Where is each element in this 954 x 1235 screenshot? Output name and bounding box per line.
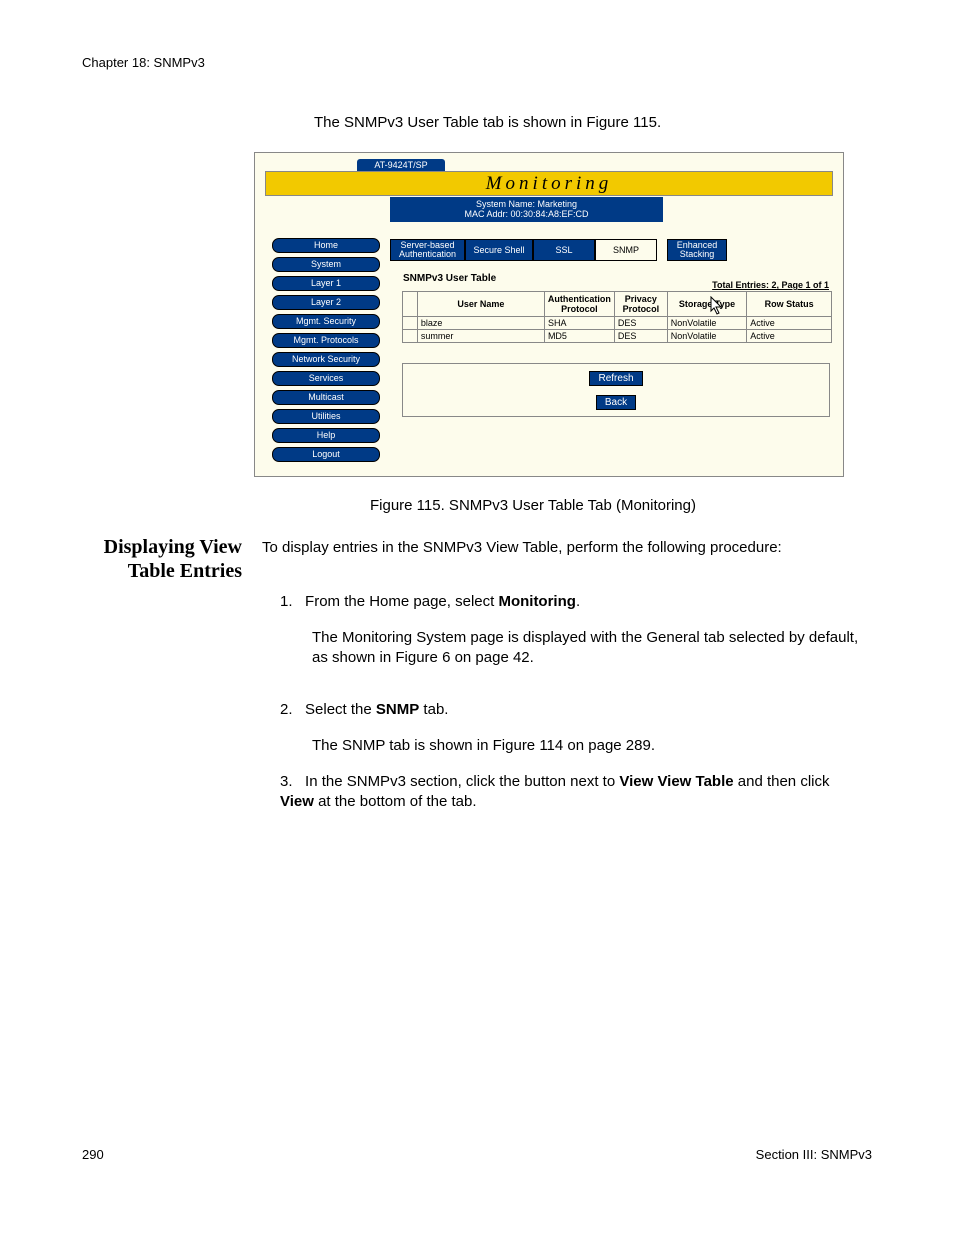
step-number: 3. <box>280 773 293 790</box>
step-1: 1. From the Home page, select Monitoring… <box>280 592 862 612</box>
intro-paragraph: The SNMPv3 User Table tab is shown in Fi… <box>314 114 661 131</box>
step-text-end: tab. <box>419 701 448 718</box>
procedure-intro: To display entries in the SNMPv3 View Ta… <box>262 538 862 558</box>
section-heading: Displaying View Table Entries <box>82 535 242 583</box>
monitoring-banner: Monitoring <box>265 171 833 196</box>
back-button[interactable]: Back <box>596 395 636 410</box>
tab-row: Server-based Authentication Secure Shell… <box>390 239 727 261</box>
step-bold: Monitoring <box>498 593 575 610</box>
step-text-end: at the bottom of the tab. <box>314 793 477 810</box>
nav-multicast[interactable]: Multicast <box>272 390 380 405</box>
system-name: System Name: Marketing <box>390 199 663 209</box>
step-2: 2. Select the SNMP tab. <box>280 700 862 720</box>
tab-snmp[interactable]: SNMP <box>595 239 657 261</box>
nav-system[interactable]: System <box>272 257 380 272</box>
col-row-status: Row Status <box>747 292 832 317</box>
page-number: 290 <box>82 1147 104 1162</box>
nav-home[interactable]: Home <box>272 238 380 253</box>
left-nav: Home System Layer 1 Layer 2 Mgmt. Securi… <box>272 238 380 466</box>
cell-priv: DES <box>614 330 667 343</box>
cell-storage: NonVolatile <box>667 317 746 330</box>
step-3: 3. In the SNMPv3 section, click the butt… <box>280 772 862 812</box>
step-text: From the Home page, select <box>305 593 498 610</box>
nav-network-security[interactable]: Network Security <box>272 352 380 367</box>
cell-priv: DES <box>614 317 667 330</box>
section-footer: Section III: SNMPv3 <box>756 1147 872 1162</box>
col-auth-protocol: Authentication Protocol <box>544 292 614 317</box>
col-select <box>403 292 418 317</box>
cell-username: blaze <box>417 317 544 330</box>
step-1-result: The Monitoring System page is displayed … <box>312 628 860 668</box>
col-username: User Name <box>417 292 544 317</box>
row-select-cell[interactable] <box>403 317 418 330</box>
table-header-row: User Name Authentication Protocol Privac… <box>403 292 832 317</box>
nav-layer1[interactable]: Layer 1 <box>272 276 380 291</box>
figure-caption: Figure 115. SNMPv3 User Table Tab (Monit… <box>370 497 696 514</box>
step-text: In the SNMPv3 section, click the button … <box>305 773 619 790</box>
nav-mgmt-security[interactable]: Mgmt. Security <box>272 314 380 329</box>
tab-ssl[interactable]: SSL <box>533 239 595 261</box>
step-number: 1. <box>280 593 293 610</box>
nav-utilities[interactable]: Utilities <box>272 409 380 424</box>
cell-storage: NonVolatile <box>667 330 746 343</box>
tab-secure-shell[interactable]: Secure Shell <box>465 239 533 261</box>
tab-enhanced-stacking[interactable]: Enhanced Stacking <box>667 239 727 261</box>
refresh-button[interactable]: Refresh <box>589 371 642 386</box>
col-privacy-protocol: Privacy Protocol <box>614 292 667 317</box>
step-bold-2: View <box>280 793 314 810</box>
table-row: summer MD5 DES NonVolatile Active <box>403 330 832 343</box>
cell-status: Active <box>747 330 832 343</box>
system-info-bar: System Name: Marketing MAC Addr: 00:30:8… <box>390 197 663 222</box>
device-model-tab: AT-9424T/SP <box>357 159 445 171</box>
step-number: 2. <box>280 701 293 718</box>
step-bold: SNMP <box>376 701 419 718</box>
tab-server-auth[interactable]: Server-based Authentication <box>390 239 465 261</box>
row-select-cell[interactable] <box>403 330 418 343</box>
col-storage-type: Storage Type <box>667 292 746 317</box>
nav-mgmt-protocols[interactable]: Mgmt. Protocols <box>272 333 380 348</box>
chapter-header: Chapter 18: SNMPv3 <box>82 55 205 70</box>
snmpv3-user-table: User Name Authentication Protocol Privac… <box>402 291 832 343</box>
section-heading-line2: Table Entries <box>128 560 242 582</box>
nav-layer2[interactable]: Layer 2 <box>272 295 380 310</box>
nav-logout[interactable]: Logout <box>272 447 380 462</box>
cell-username: summer <box>417 330 544 343</box>
section-heading-line1: Displaying View <box>104 536 242 558</box>
nav-help[interactable]: Help <box>272 428 380 443</box>
step-text-mid: and then click <box>734 773 830 790</box>
figure-115: AT-9424T/SP Monitoring System Name: Mark… <box>254 152 844 477</box>
button-panel: Refresh Back <box>402 363 830 417</box>
table-row: blaze SHA DES NonVolatile Active <box>403 317 832 330</box>
cell-auth: SHA <box>544 317 614 330</box>
step-text-end: . <box>576 593 580 610</box>
mac-address: MAC Addr: 00:30:84:A8:EF:CD <box>390 209 663 219</box>
content-title: SNMPv3 User Table <box>403 273 496 284</box>
cell-status: Active <box>747 317 832 330</box>
step-2-result: The SNMP tab is shown in Figure 114 on p… <box>312 736 860 756</box>
step-text: Select the <box>305 701 376 718</box>
total-entries-label: Total Entries: 2, Page 1 of 1 <box>712 280 829 290</box>
cell-auth: MD5 <box>544 330 614 343</box>
step-bold: View View Table <box>619 773 733 790</box>
nav-services[interactable]: Services <box>272 371 380 386</box>
